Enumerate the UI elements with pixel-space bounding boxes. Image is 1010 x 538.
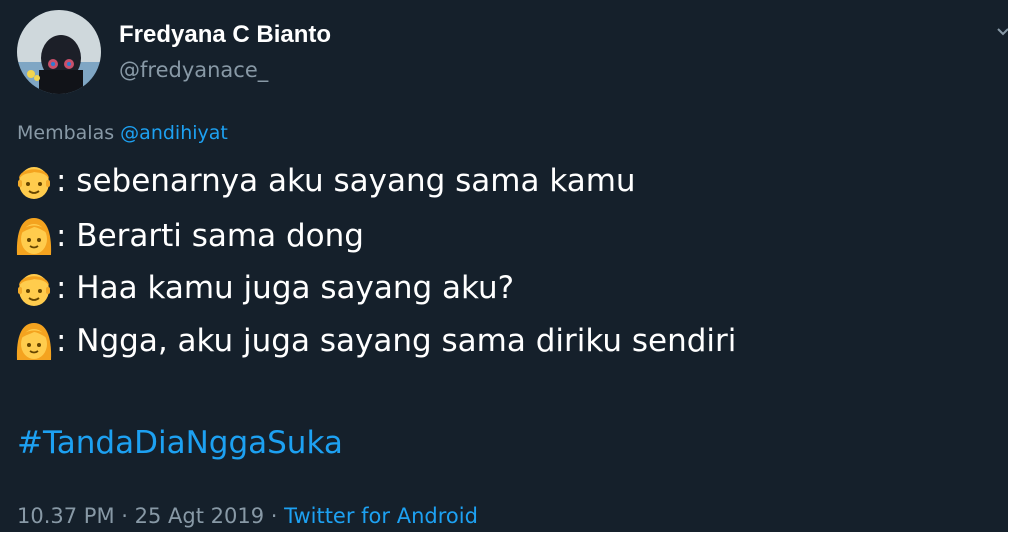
tweet-metadata: 10.37 PM · 25 Agt 2019 · Twitter for And… <box>17 502 478 530</box>
tweet-line: : Berarti sama dong <box>14 211 364 261</box>
tweet-line-text: : sebenarnya aku sayang sama kamu <box>56 163 636 199</box>
hashtag-link[interactable]: #TandaDiaNggaSuka <box>17 423 343 463</box>
tweet-line-text: : Berarti sama dong <box>56 218 364 254</box>
girl-emoji-icon <box>14 215 54 257</box>
tweet-date[interactable]: 25 Agt 2019 <box>135 504 264 528</box>
meta-separator: · <box>264 504 285 528</box>
tweet-time[interactable]: 10.37 PM <box>17 504 115 528</box>
avatar[interactable] <box>17 10 101 94</box>
meta-separator: · <box>114 504 135 528</box>
reply-context: Membalas @andihiyat <box>17 121 228 145</box>
boy-emoji-icon <box>14 267 54 309</box>
tweet-source-link[interactable]: Twitter for Android <box>284 504 478 528</box>
author-handle[interactable]: @fredyanace_ <box>119 56 268 84</box>
reply-prefix: Membalas <box>17 122 115 144</box>
avatar-image <box>17 10 101 94</box>
tweet-line-text: : Haa kamu juga sayang aku? <box>56 270 515 306</box>
tweet-card: Fredyana C Bianto @fredyanace_ Membalas … <box>0 0 1008 532</box>
chevron-down-icon[interactable] <box>996 26 1008 38</box>
boy-emoji-icon <box>14 160 54 202</box>
tweet-line: : sebenarnya aku sayang sama kamu <box>14 156 636 206</box>
reply-mention-link[interactable]: @andihiyat <box>120 122 228 144</box>
tweet-line: : Haa kamu juga sayang aku? <box>14 263 514 313</box>
girl-emoji-icon <box>14 320 54 362</box>
author-display-name[interactable]: Fredyana C Bianto <box>119 20 331 50</box>
tweet-line-text: : Ngga, aku juga sayang sama diriku send… <box>56 323 737 359</box>
tweet-line: : Ngga, aku juga sayang sama diriku send… <box>14 316 736 366</box>
